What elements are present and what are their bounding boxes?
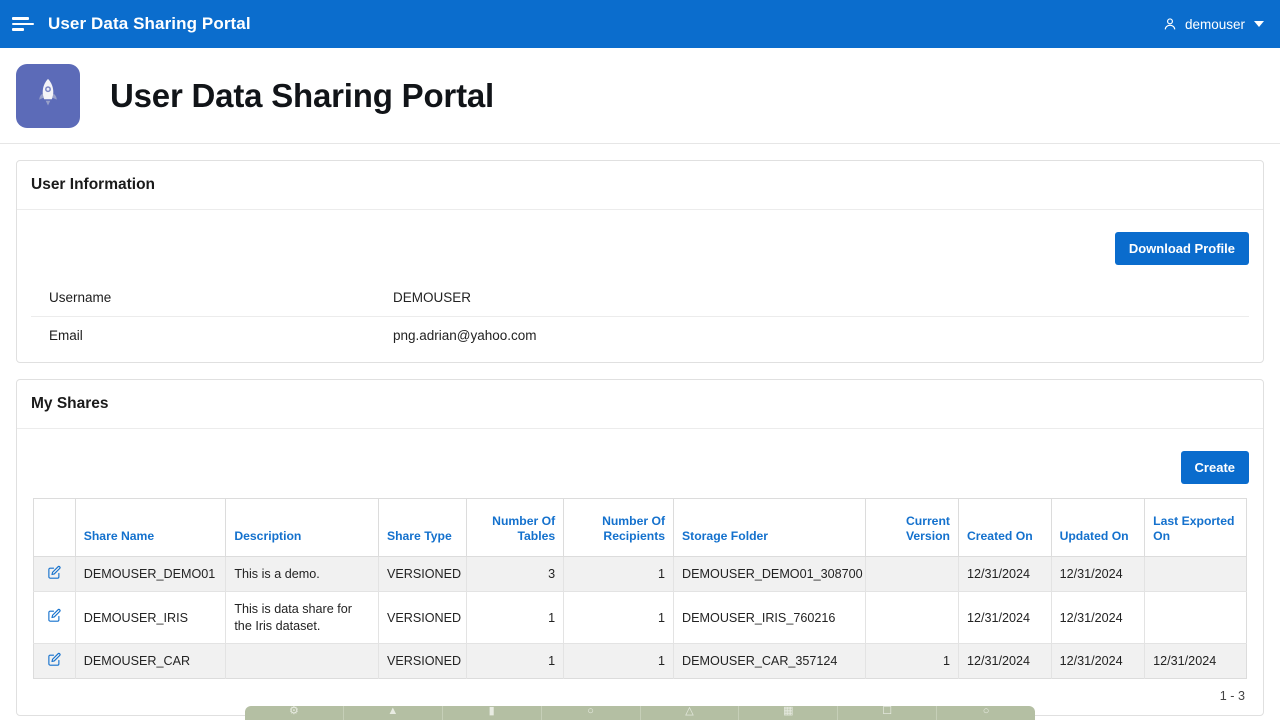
column-header-number-of-tables[interactable]: Number Of Tables (466, 498, 565, 557)
username-label: Username (49, 290, 112, 305)
hamburger-menu-icon[interactable] (12, 13, 34, 35)
user-menu[interactable]: demouser (1162, 16, 1264, 32)
cell-storage-folder: DEMOUSER_DEMO01_308700 (673, 556, 867, 593)
cell-last-exported-on (1144, 556, 1247, 593)
cell-created-on: 12/31/2024 (958, 556, 1052, 593)
cell-share-type: VERSIONED (378, 643, 468, 679)
cell-created-on: 12/31/2024 (958, 643, 1052, 679)
taskbar-item-apps-icon[interactable]: ▦ (739, 706, 837, 720)
cell-description (225, 643, 379, 679)
table-row: DEMOUSER_DEMO01 This is a demo. VERSIONE… (33, 556, 1247, 593)
column-header-storage-folder[interactable]: Storage Folder (673, 498, 867, 557)
cell-updated-on: 12/31/2024 (1051, 556, 1146, 593)
cell-created-on: 12/31/2024 (958, 591, 1052, 645)
edit-share-cell[interactable] (33, 556, 76, 593)
my-shares-table: Share Name Description Share Type Number… (33, 498, 1247, 680)
cell-number-of-tables: 3 (466, 556, 565, 593)
cell-share-type: VERSIONED (378, 591, 468, 645)
taskbar-item-terminal-icon[interactable]: △ (641, 706, 739, 720)
column-header-created-on[interactable]: Created On (958, 498, 1052, 557)
pagination-label: 1 - 3 (1219, 689, 1245, 704)
edit-share-cell[interactable] (33, 643, 76, 679)
column-header-actions[interactable] (33, 498, 76, 557)
my-shares-card: My Shares Create Share Name Description … (16, 379, 1264, 717)
edit-share-cell[interactable] (33, 591, 76, 645)
user-information-table: Username DEMOUSER Email png.adrian@yahoo… (31, 279, 1249, 354)
cell-last-exported-on: 12/31/2024 (1144, 643, 1247, 679)
email-value: png.adrian@yahoo.com (393, 328, 537, 343)
user-information-title: User Information (17, 161, 1263, 210)
cell-description: This is a demo. (225, 556, 379, 593)
table-row: DEMOUSER_CAR VERSIONED 1 1 DEMOUSER_CAR_… (33, 643, 1247, 679)
column-header-current-version[interactable]: Current Version (865, 498, 959, 557)
cell-number-of-recipients: 1 (563, 591, 675, 645)
column-header-updated-on[interactable]: Updated On (1051, 498, 1146, 557)
cell-current-version (865, 591, 959, 645)
page-header: User Data Sharing Portal (0, 48, 1280, 144)
edit-pencil-icon[interactable] (47, 565, 62, 580)
table-row: Email png.adrian@yahoo.com (31, 317, 1249, 355)
app-bar-title: User Data Sharing Portal (48, 14, 251, 33)
column-header-share-name[interactable]: Share Name (75, 498, 227, 557)
email-label: Email (49, 328, 83, 343)
chevron-down-icon (1254, 21, 1264, 27)
main-content: User Information Download Profile Userna… (0, 144, 1280, 720)
cell-number-of-recipients: 1 (563, 556, 675, 593)
cell-number-of-tables: 1 (466, 591, 565, 645)
cell-updated-on: 12/31/2024 (1051, 643, 1146, 679)
create-share-button[interactable]: Create (1180, 451, 1249, 484)
taskbar-item-settings-icon[interactable]: ○ (937, 706, 1035, 720)
column-header-share-type[interactable]: Share Type (378, 498, 468, 557)
taskbar-item-docs-icon[interactable]: ▮ (443, 706, 541, 720)
cell-share-type: VERSIONED (378, 556, 468, 593)
rocket-icon (31, 76, 65, 115)
user-menu-label: demouser (1184, 16, 1245, 32)
desktop-taskbar[interactable]: ⚙ ▲ ▮ ○ △ ▦ ☐ ○ (245, 706, 1035, 720)
cell-current-version (865, 556, 959, 593)
cell-storage-folder: DEMOUSER_CAR_357124 (673, 643, 867, 679)
taskbar-item-search-icon[interactable]: ○ (542, 706, 640, 720)
table-header-row: Share Name Description Share Type Number… (33, 498, 1247, 557)
cell-description: This is data share for the Iris dataset. (225, 591, 379, 645)
cell-number-of-recipients: 1 (563, 643, 675, 679)
column-header-last-exported-on[interactable]: Last Exported On (1144, 498, 1247, 557)
app-logo (16, 63, 80, 128)
user-information-card: User Information Download Profile Userna… (16, 160, 1264, 363)
column-header-description[interactable]: Description (225, 498, 379, 557)
edit-pencil-icon[interactable] (47, 652, 62, 667)
cell-share-name: DEMOUSER_CAR (75, 643, 227, 679)
cell-number-of-tables: 1 (466, 643, 565, 679)
edit-pencil-icon[interactable] (47, 608, 62, 623)
app-bar: User Data Sharing Portal demouser (0, 0, 1280, 48)
user-avatar-icon (1162, 16, 1178, 32)
username-value: DEMOUSER (393, 290, 472, 305)
my-shares-toolbar: Create (31, 441, 1249, 498)
taskbar-item-files-icon[interactable]: ⚙ (245, 706, 343, 720)
cell-last-exported-on (1144, 591, 1247, 645)
page-title: User Data Sharing Portal (110, 76, 494, 114)
table-row: DEMOUSER_IRIS This is data share for the… (33, 591, 1247, 645)
cell-storage-folder: DEMOUSER_IRIS_760216 (673, 591, 867, 645)
my-shares-title: My Shares (17, 380, 1263, 429)
cell-share-name: DEMOUSER_DEMO01 (75, 556, 227, 593)
taskbar-item-mail-icon[interactable]: ☐ (838, 706, 936, 720)
user-information-toolbar: Download Profile (31, 222, 1249, 279)
cell-updated-on: 12/31/2024 (1051, 591, 1146, 645)
cell-share-name: DEMOUSER_IRIS (75, 591, 227, 645)
download-profile-button[interactable]: Download Profile (1114, 232, 1249, 265)
cell-current-version: 1 (865, 643, 959, 679)
table-row: Username DEMOUSER (31, 279, 1249, 317)
column-header-number-of-recipients[interactable]: Number Of Recipients (563, 498, 675, 557)
taskbar-item-browser-icon[interactable]: ▲ (344, 706, 442, 720)
